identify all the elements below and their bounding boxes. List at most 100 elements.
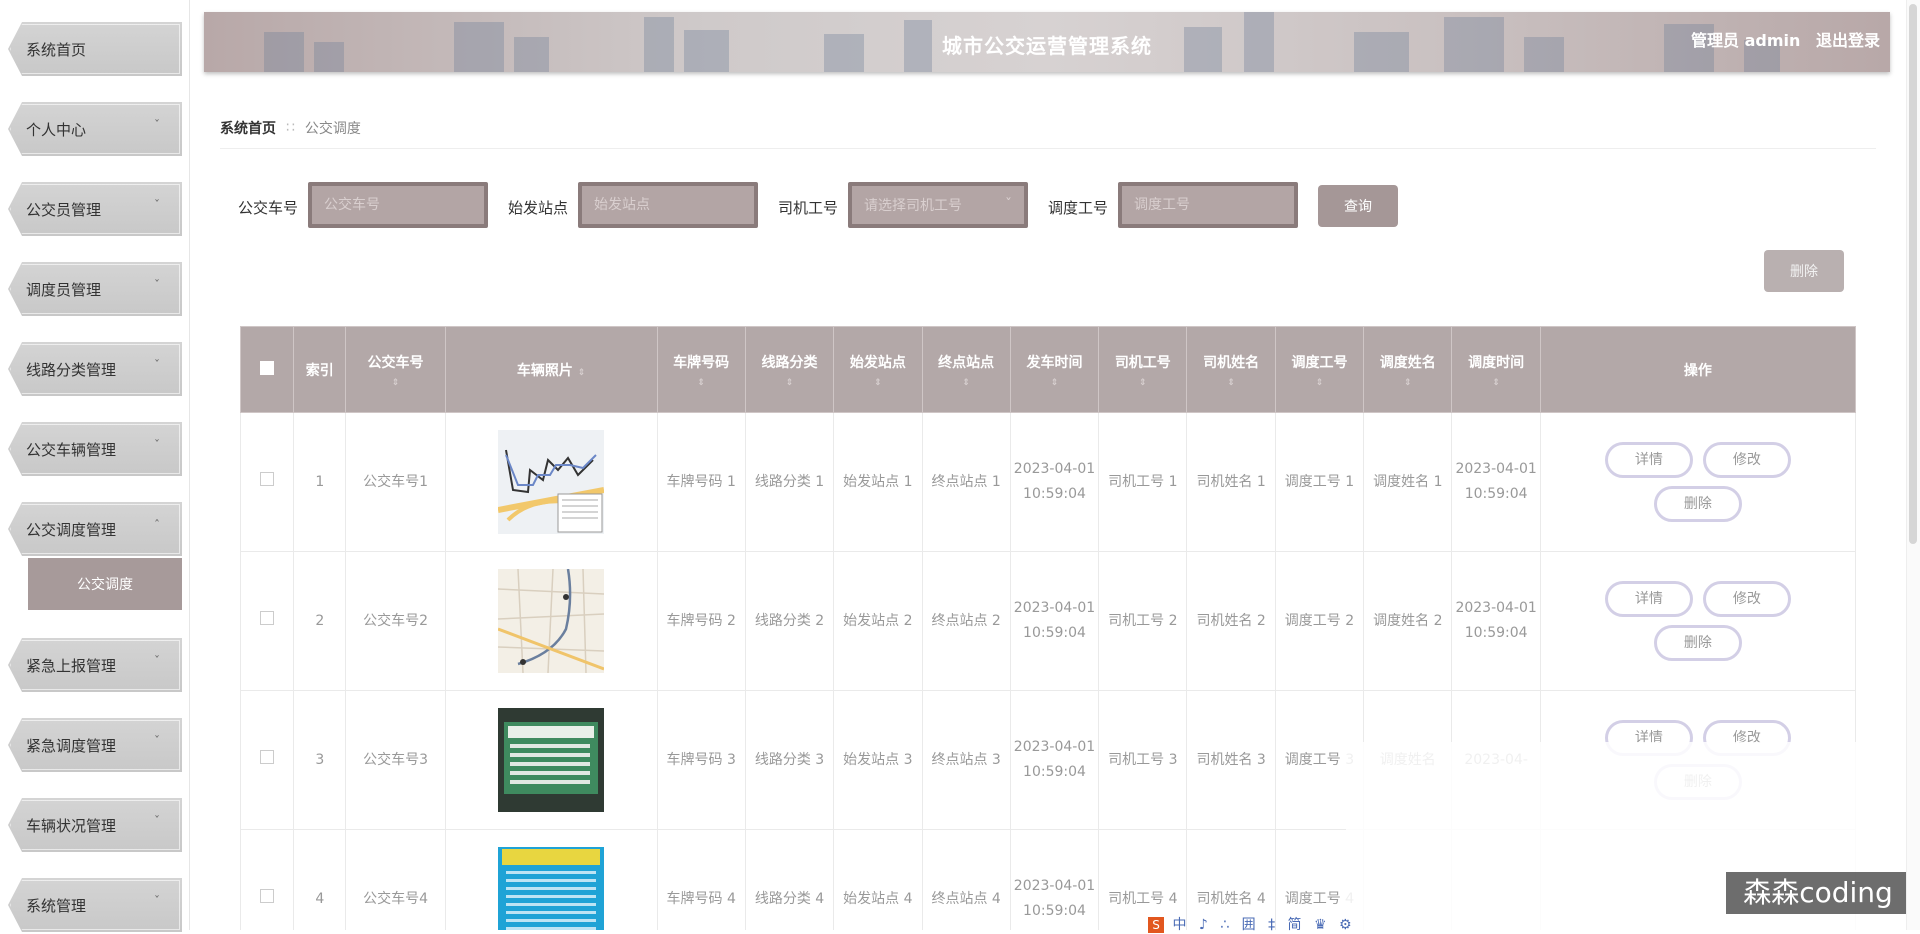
- column-header[interactable]: 调度姓名 ⇕: [1363, 326, 1453, 413]
- cell-line: 线路分类 4: [744, 829, 835, 930]
- column-header[interactable]: 调度时间 ⇕: [1451, 326, 1541, 413]
- logout-link[interactable]: 退出登录: [1816, 31, 1880, 50]
- column-header[interactable]: 始发站点 ⇕: [833, 326, 923, 413]
- page-scrollbar[interactable]: [1906, 0, 1920, 930]
- bus-sign-photo: [498, 708, 605, 812]
- sort-icon[interactable]: ⇕: [834, 378, 921, 388]
- ime-logo-icon: S: [1148, 917, 1164, 933]
- sidebar-item-bus-vehicle[interactable]: 公交车辆管理 ˇ: [8, 422, 182, 476]
- cell-driver-name: 司机姓名 3: [1186, 690, 1276, 830]
- column-header[interactable]: 车辆照片 ⇕: [444, 326, 658, 413]
- column-header-label: 线路分类: [761, 354, 818, 371]
- row-checkbox[interactable]: [260, 749, 275, 764]
- row-select-cell[interactable]: [240, 829, 295, 930]
- sort-icon[interactable]: ⇕: [1276, 378, 1363, 388]
- sidebar-item-vehicle-status[interactable]: 车辆状况管理 ˇ: [8, 798, 182, 852]
- column-header[interactable]: 线路分类 ⇕: [744, 326, 835, 413]
- row-checkbox[interactable]: [260, 610, 275, 625]
- sort-icon[interactable]: ⇕: [658, 378, 745, 388]
- app-title: 城市公交运营管理系统: [942, 34, 1152, 58]
- cell-driver-id: 司机工号 2: [1098, 551, 1188, 691]
- sidebar-item-system[interactable]: 系统管理 ˇ: [8, 878, 182, 932]
- column-header[interactable]: 终点站点 ⇕: [921, 326, 1011, 413]
- sidebar-item-home[interactable]: 系统首页: [8, 22, 182, 76]
- column-header[interactable]: 公交车号 ⇕: [345, 326, 446, 413]
- chevron-down-icon: ˇ: [154, 278, 160, 292]
- sidebar-item-label: 个人中心: [26, 120, 87, 139]
- sort-icon[interactable]: ⇕: [1452, 378, 1539, 388]
- cell-bus-no: 公交车号2: [345, 551, 446, 691]
- chevron-down-icon: ˇ: [154, 894, 160, 908]
- cell-index: 3: [293, 690, 347, 830]
- sidebar-item-emergency-dispatch[interactable]: 紧急调度管理 ˇ: [8, 718, 182, 772]
- detail-button[interactable]: 详情: [1604, 581, 1693, 617]
- detail-button[interactable]: 详情: [1604, 442, 1693, 478]
- sidebar-item-label: 车辆状况管理: [26, 816, 117, 835]
- row-select-cell[interactable]: [240, 690, 295, 830]
- sidebar-subitem-bus-dispatch[interactable]: 公交调度: [28, 558, 182, 610]
- delete-button[interactable]: 删除: [1653, 486, 1742, 522]
- sidebar-item-bus-staff[interactable]: 公交员管理 ˇ: [8, 182, 182, 236]
- batch-delete-button[interactable]: 删除: [1764, 250, 1844, 292]
- sidebar-item-label: 调度员管理: [26, 280, 102, 299]
- cell-depart-time: 2023-04-01 10:59:04: [1009, 829, 1100, 930]
- dispatch-id-input[interactable]: [1118, 182, 1298, 228]
- start-station-input[interactable]: [578, 182, 758, 228]
- column-header-label: 索引: [305, 362, 334, 379]
- column-header[interactable]: 车牌号码 ⇕: [656, 326, 746, 413]
- sidebar-item-dispatcher[interactable]: 调度员管理 ˇ: [8, 262, 182, 316]
- user-area: 管理员 admin 退出登录: [1681, 27, 1880, 51]
- sort-icon[interactable]: ⇕: [1011, 378, 1098, 388]
- sidebar-item-route-category[interactable]: 线路分类管理 ˇ: [8, 342, 182, 396]
- sidebar-item-label: 公交调度管理: [26, 520, 117, 539]
- sort-icon[interactable]: ⇕: [746, 378, 833, 388]
- cell-dispatch-time: 2023-04-01 10:59:04: [1451, 551, 1541, 691]
- row-select-cell[interactable]: [240, 551, 295, 691]
- row-select-cell[interactable]: [240, 412, 295, 552]
- column-header[interactable]: 司机姓名 ⇕: [1186, 326, 1276, 413]
- table-header-row: 索引 公交车号 ⇕ 车辆照片 ⇕ 车牌号码 ⇕ 线路分类 ⇕ 始发站点 ⇕ 终点站点 ⇕ …: [240, 326, 1856, 413]
- edit-button[interactable]: 修改: [1702, 442, 1791, 478]
- header-select-all[interactable]: [240, 326, 295, 413]
- sort-icon[interactable]: ⇕: [1187, 378, 1274, 388]
- sidebar-item-label: 系统首页: [26, 40, 87, 59]
- cell-plate: 车牌号码 2: [656, 551, 746, 691]
- row-checkbox[interactable]: [260, 888, 275, 903]
- select-all-checkbox[interactable]: [260, 360, 275, 375]
- sort-icon[interactable]: ⇕: [346, 378, 444, 388]
- cell-depart-time: 2023-04-01 10:59:04: [1009, 551, 1100, 691]
- column-header[interactable]: 司机工号 ⇕: [1098, 326, 1188, 413]
- sidebar-item-emergency-report[interactable]: 紧急上报管理 ˇ: [8, 638, 182, 692]
- breadcrumb-home[interactable]: 系统首页: [220, 118, 276, 138]
- chevron-down-icon: ˇ: [154, 198, 160, 212]
- column-header: 操作: [1539, 326, 1856, 413]
- cell-depart-time: 2023-04-01 10:59:04: [1009, 690, 1100, 830]
- sort-icon[interactable]: ⇕: [1364, 378, 1451, 388]
- sidebar-item-label: 紧急调度管理: [26, 736, 117, 755]
- cell-plate: 车牌号码 3: [656, 690, 746, 830]
- query-button[interactable]: 查询: [1318, 185, 1398, 227]
- row-checkbox[interactable]: [260, 471, 275, 486]
- cell-plate: 车牌号码 4: [656, 829, 746, 930]
- chevron-up-icon: ˆ: [154, 518, 160, 532]
- breadcrumb-current: 公交调度: [304, 121, 361, 137]
- cell-actions: 详情修改 删除: [1539, 412, 1856, 552]
- sort-icon[interactable]: ⇕: [1099, 378, 1186, 388]
- sidebar-item-personal-center[interactable]: 个人中心 ˇ: [8, 102, 182, 156]
- column-header[interactable]: 调度工号 ⇕: [1274, 326, 1365, 413]
- bus-no-input[interactable]: [308, 182, 488, 228]
- table-row: 1 公交车号1 车牌号码 1 线路分类 1 始发站点 1 终点站点 1 2023…: [240, 412, 1856, 552]
- cell-start: 始发站点 4: [833, 829, 923, 930]
- column-header[interactable]: 发车时间 ⇕: [1009, 326, 1100, 413]
- sort-icon[interactable]: ⇕: [578, 368, 586, 378]
- cell-actions: 详情修改 删除: [1539, 551, 1856, 691]
- sidebar-item-bus-dispatch[interactable]: 公交调度管理 ˆ: [8, 502, 182, 556]
- scrollbar-thumb[interactable]: [1909, 4, 1917, 544]
- ime-toolbar[interactable]: S 中 ♪ ∴ 囲 ‡ 简 ♛ ⚙: [1148, 914, 1356, 934]
- delete-button[interactable]: 删除: [1653, 625, 1742, 661]
- driver-id-select[interactable]: 请选择司机工号 ˇ: [848, 182, 1028, 228]
- cell-end: 终点站点 3: [921, 690, 1011, 830]
- sort-icon[interactable]: ⇕: [923, 378, 1010, 388]
- edit-button[interactable]: 修改: [1702, 581, 1791, 617]
- cell-driver-id: 司机工号 3: [1098, 690, 1188, 830]
